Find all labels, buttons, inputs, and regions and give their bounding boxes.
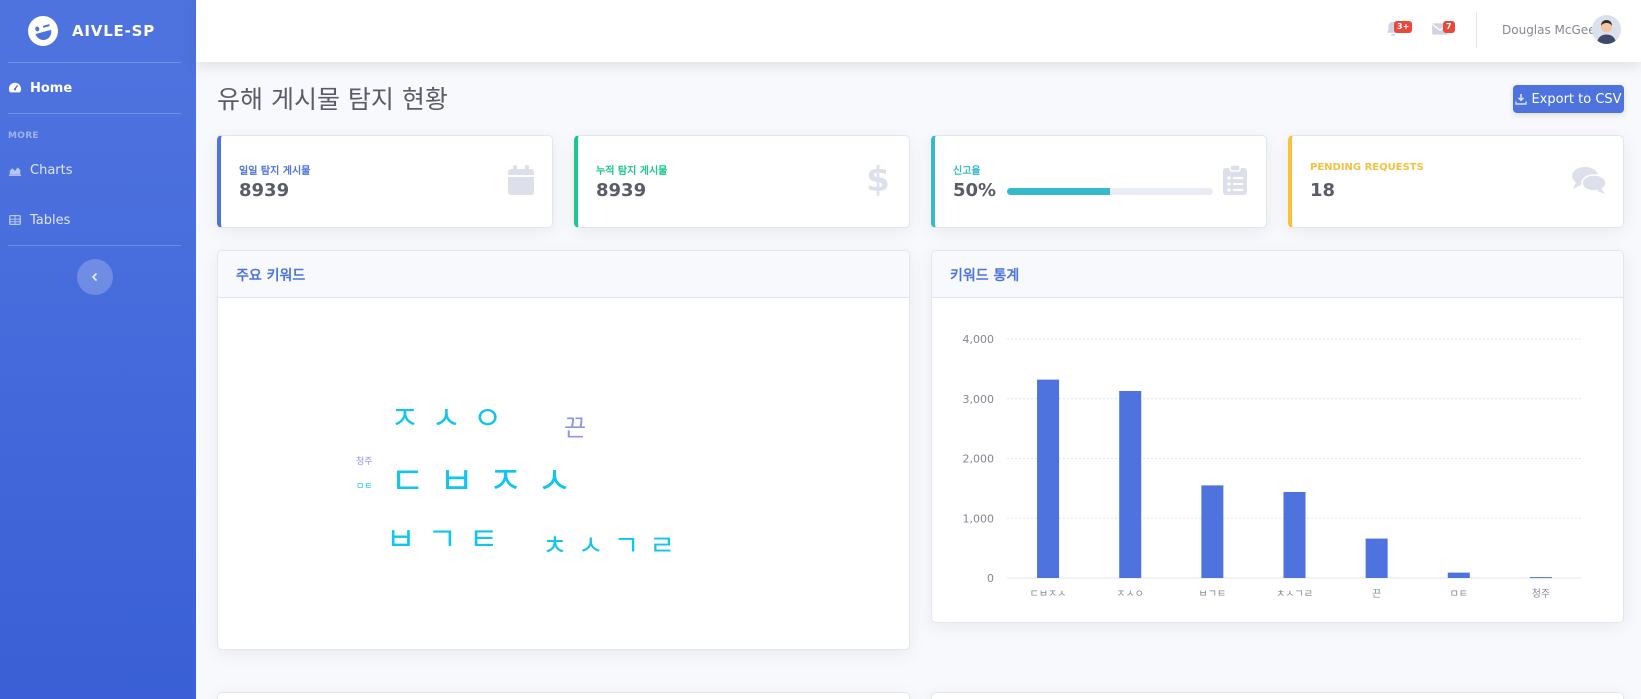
page-title: 유해 게시물 탐지 현황 (217, 85, 448, 114)
stat-value: 8939 (596, 180, 647, 201)
bar (1037, 379, 1060, 578)
stat-card-report-rate: 신고율 50% (931, 135, 1267, 228)
x-tick-label: ㅂㄱㅌ (1199, 589, 1227, 600)
stat-value: 18 (1310, 180, 1336, 201)
word-cloud-word: ㅁㅌ (356, 482, 373, 492)
sidebar-item-tables[interactable]: Tables (0, 195, 196, 245)
word-cloud-word: ㅈㅅㅇ (390, 399, 515, 437)
y-tick-label: 0 (987, 572, 994, 585)
stat-value: 50% (953, 180, 997, 201)
word-cloud-word: ㅊㅅㄱㄹ (542, 529, 686, 562)
clipboard-icon (1223, 164, 1247, 195)
x-tick-label: ㄷㅂㅈㅅ (1030, 589, 1067, 600)
brand-name: AIVLE-SP (72, 22, 156, 40)
report-rate-progress (1007, 188, 1213, 195)
tachometer-icon (8, 82, 21, 93)
card-title: 키워드 통계 (932, 251, 1623, 298)
x-tick-label: ㅊㅅㄱㄹ (1276, 589, 1313, 600)
comments-icon (1572, 167, 1607, 194)
stat-label: PENDING REQUESTS (1310, 162, 1424, 173)
keyword-cloud-card: 주요 키워드 ㅈㅅㅇ 끈 청주 ㅁㅌ ㄷㅂㅈㅅ ㅂㄱㅌ ㅊㅅㄱㄹ (217, 250, 910, 650)
bar (1119, 390, 1142, 578)
word-cloud-word: 청주 (356, 457, 373, 467)
bar (1283, 491, 1306, 578)
avatar[interactable] (1592, 15, 1621, 44)
y-tick-label: 1,000 (963, 512, 995, 525)
sidebar-divider (8, 245, 181, 246)
dollar-icon: $ (866, 160, 890, 200)
x-tick-label: ㅈㅅㅇ (1116, 589, 1144, 600)
laugh-wink-icon (24, 12, 62, 50)
word-cloud-word: ㅂㄱㅌ (386, 520, 511, 558)
y-tick-label: 3,000 (963, 393, 995, 406)
sidebar-toggle-button[interactable] (77, 259, 113, 295)
calendar-icon (508, 165, 534, 195)
user-avatar-icon (1592, 15, 1621, 44)
sidebar-item-label: Tables (30, 212, 71, 228)
bottom-card (931, 692, 1624, 699)
sidebar: AIVLE-SP Home MORE Charts Tables (0, 0, 196, 699)
bottom-card (217, 692, 910, 699)
x-tick-label: 끈 (1372, 589, 1381, 600)
alerts-badge: 3+ (1394, 21, 1413, 33)
bar (1365, 538, 1388, 578)
brand-link[interactable]: AIVLE-SP (0, 0, 196, 62)
chart-area-icon (8, 167, 22, 176)
sidebar-item-label: Charts (30, 162, 73, 178)
stat-label: 일일 탐지 게시물 (239, 166, 311, 177)
stat-label: 누적 탐지 게시물 (596, 166, 668, 177)
y-tick-label: 4,000 (963, 333, 995, 346)
sidebar-heading: MORE (8, 131, 39, 141)
progress-bar-fill (1007, 188, 1110, 195)
keyword-stats-card: 키워드 통계 0 1,000 2,000 3,000 4,000 ㄷㅂㅈㅅ ㅈㅅㅇ ㅂㄱㅌ ㅊㅅ… (931, 250, 1624, 623)
stat-card-daily: 일일 탐지 게시물 8939 (217, 135, 553, 228)
bar (1201, 485, 1224, 578)
stat-value: 8939 (239, 180, 290, 201)
export-csv-label: Export to CSV (1531, 91, 1622, 107)
sidebar-item-home[interactable]: Home (0, 63, 196, 113)
keyword-bar-chart: 0 1,000 2,000 3,000 4,000 ㄷㅂㅈㅅ ㅈㅅㅇ ㅂㄱㅌ ㅊㅅㄱㄹ 끈 ㅁㅌ 청주 (963, 333, 1582, 600)
user-name[interactable]: Douglas McGee (1502, 23, 1596, 37)
x-tick-label: 청주 (1532, 588, 1550, 600)
sidebar-item-label: Home (30, 80, 73, 96)
x-tick-label: ㅁㅌ (1450, 589, 1468, 600)
messages-badge: 7 (1443, 21, 1455, 33)
word-cloud-word: ㄷㅂㅈㅅ (390, 459, 586, 503)
export-csv-button[interactable]: Export to CSV (1513, 85, 1624, 113)
stat-card-pending: PENDING REQUESTS 18 (1288, 135, 1624, 228)
table-icon (9, 214, 21, 226)
chevron-left-icon (91, 272, 98, 282)
download-icon (1515, 94, 1528, 105)
bar (1529, 577, 1552, 579)
stat-card-total: 누적 탐지 게시물 8939 $ (574, 135, 910, 228)
bar (1447, 572, 1470, 578)
y-tick-label: 2,000 (963, 453, 995, 466)
sidebar-item-charts[interactable]: Charts (0, 145, 196, 195)
word-cloud: ㅈㅅㅇ 끈 청주 ㅁㅌ ㄷㅂㅈㅅ ㅂㄱㅌ ㅊㅅㄱㄹ (218, 298, 909, 649)
word-cloud-word: 끈 (564, 414, 587, 442)
stat-label: 신고율 (953, 166, 981, 177)
card-title: 주요 키워드 (218, 251, 909, 298)
topbar-divider (1476, 12, 1477, 48)
topbar (196, 0, 1641, 62)
